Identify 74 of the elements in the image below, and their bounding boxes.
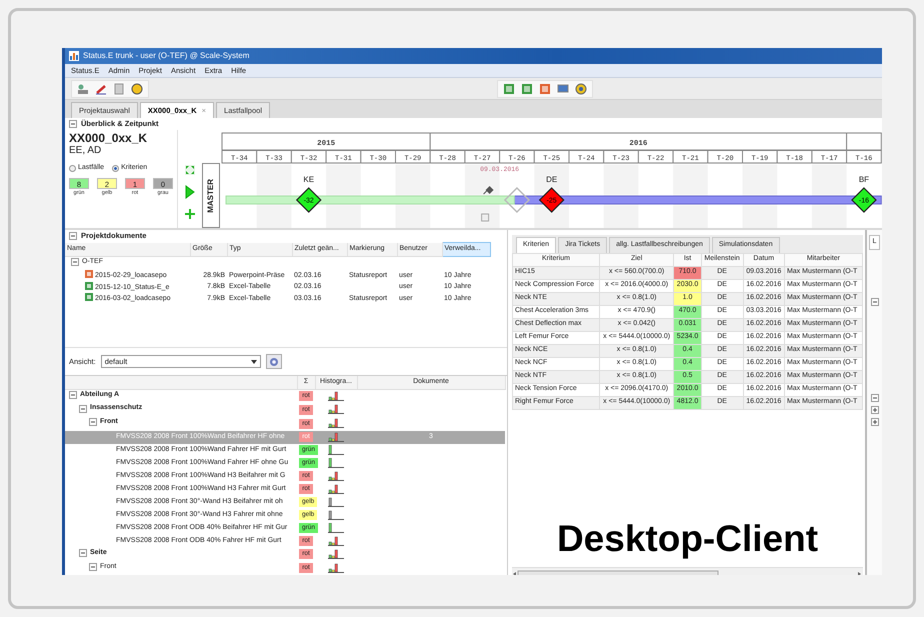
week-header — [603, 150, 639, 164]
histogram-drawing — [327, 484, 345, 494]
week-header — [534, 150, 570, 164]
presentation-icon[interactable] — [539, 82, 551, 94]
people-icon[interactable] — [77, 82, 89, 94]
week-header — [672, 150, 708, 164]
master-label: MASTER — [205, 178, 216, 212]
milestone-label: DE — [546, 175, 558, 184]
pin-icon[interactable] — [483, 186, 494, 194]
week-header — [326, 150, 362, 164]
histogram-drawing — [327, 548, 345, 559]
collapse-icon[interactable] — [69, 390, 77, 399]
milestone-label: BF — [858, 175, 870, 184]
collapse-icon[interactable] — [870, 394, 878, 402]
histogram-drawing — [327, 458, 345, 468]
bar-chart-icon — [69, 51, 79, 61]
histogram-drawing — [327, 522, 345, 533]
circle-icon[interactable] — [131, 82, 143, 94]
week-header — [464, 150, 500, 164]
presentation-file-icon — [85, 270, 93, 278]
expand-arrows-icon[interactable] — [185, 165, 195, 175]
radio-button[interactable] — [112, 164, 120, 172]
histogram-drawing — [327, 404, 345, 414]
milestone-diamond[interactable] — [851, 187, 877, 213]
project-title: XX000_0xx_K — [69, 132, 148, 145]
milestone-label: KE — [303, 175, 314, 184]
histogram-drawing — [327, 536, 345, 546]
collapse-icon[interactable] — [79, 404, 87, 412]
collapse-icon[interactable] — [71, 258, 79, 266]
collapse-icon[interactable] — [79, 549, 87, 557]
histogram-drawing — [327, 510, 345, 520]
radio-button[interactable] — [69, 164, 76, 172]
week-header — [707, 150, 743, 164]
histogram-drawing — [327, 496, 345, 507]
histogram-drawing — [327, 444, 345, 455]
collapse-icon[interactable] — [69, 120, 77, 128]
week-header — [395, 150, 431, 164]
expand-icon[interactable] — [870, 418, 878, 426]
week-header — [742, 150, 778, 164]
week-header — [256, 150, 292, 164]
plus-icon[interactable] — [185, 209, 195, 219]
gear-icon[interactable] — [575, 82, 587, 94]
window-title: Status.E trunk - user (O-TEF) @ Scale-System — [83, 50, 250, 62]
pen-icon[interactable] — [95, 82, 107, 94]
spreadsheet-icon[interactable] — [521, 82, 533, 94]
week-header — [360, 150, 396, 164]
histogram-drawing — [327, 562, 345, 573]
collapse-icon[interactable] — [89, 562, 97, 571]
week-header — [776, 150, 812, 164]
play-icon[interactable] — [185, 185, 195, 199]
week-header — [568, 150, 604, 164]
week-header — [638, 150, 674, 164]
histogram-drawing — [327, 390, 345, 401]
milestone-diamond[interactable] — [538, 187, 564, 213]
dropdown-caret-icon — [250, 360, 257, 364]
spreadsheet-icon[interactable] — [503, 82, 515, 94]
week-header — [290, 150, 327, 164]
monitor-icon[interactable] — [557, 82, 569, 94]
settings-button[interactable] — [266, 354, 282, 369]
histogram-drawing — [327, 432, 345, 442]
collapse-icon[interactable] — [69, 232, 77, 240]
project-subtitle: EE, AD — [69, 145, 102, 157]
histogram-drawing — [327, 418, 345, 428]
document-icon[interactable] — [113, 82, 125, 94]
week-header — [430, 150, 466, 164]
milestone-diamond[interactable] — [296, 187, 322, 213]
expand-icon[interactable] — [870, 406, 878, 414]
histogram-drawing — [327, 470, 345, 481]
week-header — [811, 150, 848, 164]
week-header — [499, 150, 535, 164]
caption-text: Desktop-Client — [556, 519, 818, 559]
collapse-icon[interactable] — [870, 298, 878, 306]
collapse-icon[interactable] — [89, 418, 97, 426]
settings-icon — [268, 356, 279, 366]
